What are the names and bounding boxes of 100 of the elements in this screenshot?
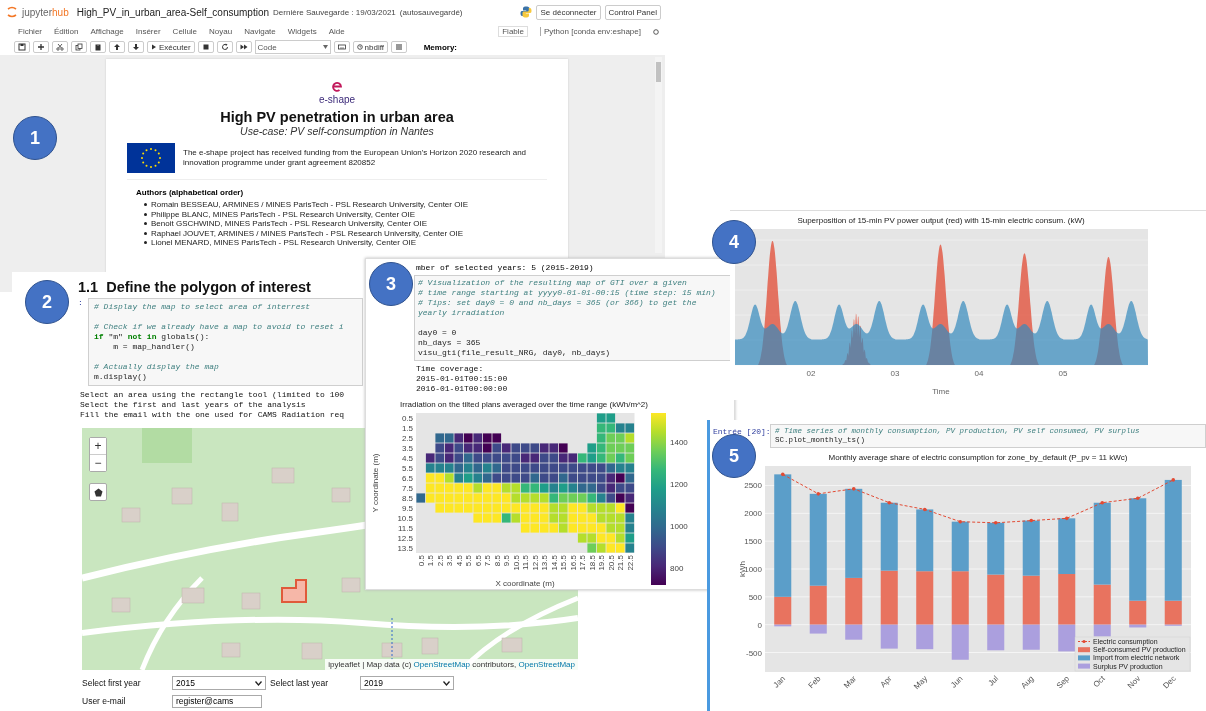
axis-tick-label: 6.5 (401, 474, 413, 483)
menu-item[interactable]: Widgets (287, 27, 317, 36)
attribution-link[interactable]: OpenStreetMap (413, 660, 471, 669)
axis-tick-label: 11.5 (398, 524, 413, 533)
axis-tick-label: 5.5 (464, 555, 474, 567)
axis-tick-label: 21.5 (616, 555, 626, 571)
move-down-button[interactable] (128, 41, 144, 53)
axis-tick-label: 7.5 (401, 484, 413, 493)
chart-bar (1058, 518, 1076, 574)
copy-icon (75, 43, 83, 51)
colorbar-tick-label: 800 (670, 564, 684, 573)
axis-tick-label: 9.5 (502, 555, 512, 567)
fast-forward-button[interactable] (235, 41, 252, 53)
attribution-link[interactable]: OpenStreetMap (518, 660, 575, 669)
jupyterhub-logo-text: jupyterhub (22, 6, 69, 18)
scrollbar[interactable] (655, 57, 662, 253)
colorbar-tick-label: 1200 (670, 480, 688, 489)
code-line: day0 = 0 (418, 328, 458, 338)
notebook-title[interactable]: High_PV_in_urban_area-Self_consumption (76, 6, 270, 18)
axis-tick-label: 12.5 (530, 555, 540, 571)
kernel-name[interactable]: Python [conda env:eshape] (540, 27, 641, 36)
axis-tick-label: 0.5 (416, 555, 426, 567)
run-button[interactable]: Exécuter (147, 41, 195, 53)
menu-item[interactable]: Insérer (135, 27, 161, 36)
code-line: # Tips: set day0 = 0 and nb_days = 365 (or 366) to get the yearly irradiation (418, 298, 698, 318)
logout-button[interactable]: Se déconnecter (536, 4, 601, 20)
axis-label: Y coordinate (m) (371, 453, 380, 513)
page-title: High PV penetration in urban area (220, 109, 454, 125)
axis-tick-label: 13.5 (397, 544, 413, 553)
paste-button[interactable] (90, 41, 106, 53)
axis-tick-label: Oct (1091, 674, 1107, 690)
bullet-icon (144, 231, 147, 235)
email-field[interactable]: register@cams (172, 694, 262, 708)
axis-tick-label: 8.5 (401, 494, 413, 503)
field-label: Select last year (270, 678, 330, 688)
code-cell[interactable]: # Display the map to select area of interrest # Check if we already have a map to avoid to reset i if "m" not in globals(): m = map_handler() # Actually display the map m.display() (88, 298, 363, 386)
axis-tick-label: 14.5 (549, 555, 559, 571)
axis-tick-label: -500 (746, 648, 762, 658)
axis-tick-label: 2000 (744, 509, 762, 519)
menu-item[interactable]: Aide (328, 27, 345, 36)
caret-icon (255, 680, 262, 686)
control-panel-button[interactable]: Control Panel (604, 4, 661, 20)
cut-button[interactable] (52, 41, 68, 53)
save-button[interactable] (14, 41, 30, 53)
nbdiff-button[interactable]: nbdiff (352, 41, 388, 53)
axis-tick-label: 2.5 (401, 434, 413, 443)
cell-type-select[interactable]: Code (254, 40, 331, 54)
output-line: Select the first and last years of the analysis (80, 400, 307, 410)
code-line: # time range starting at yyyy0-01-01-00:15 (time step: 15 min) (418, 288, 717, 298)
trusted-indicator[interactable]: Fiable (498, 26, 529, 37)
copy-button[interactable] (71, 41, 87, 53)
funding-text: The e-shape project has received funding from the European Union's Horizon 2020 research and innovation programme under grant agreement 820852 (183, 148, 528, 168)
author-entry: Raphael JOUVET, ARMINES / MINES ParisTech - PSL Research University, Center OIE (151, 228, 464, 238)
output-line: mber of selected years: 5 (2015-2019) (415, 262, 595, 274)
axis-tick-label: Sep (1054, 674, 1072, 691)
bullet-icon (144, 222, 147, 226)
arrow-down-icon (132, 43, 140, 51)
axis-tick-label: 1.5 (426, 555, 436, 567)
draw-polygon-button[interactable] (89, 483, 107, 501)
brand-name: e-shape (318, 94, 356, 105)
menu-item[interactable]: Navigate (244, 27, 276, 36)
menu-item[interactable]: Cellule (172, 27, 198, 36)
code-line: m.display() (94, 372, 148, 382)
bullet-icon (144, 241, 147, 245)
colorbar-tick-label: 1400 (670, 438, 688, 447)
axis-tick-label: Mar (842, 674, 859, 691)
plus-icon (37, 43, 45, 51)
move-up-button[interactable] (109, 41, 125, 53)
keyboard-icon (337, 43, 346, 51)
axis-tick-label: 20.5 (606, 555, 616, 571)
keyboard-button[interactable] (333, 41, 350, 53)
axis-tick-label: 3.5 (401, 444, 413, 453)
kernel-status-icon (653, 28, 659, 35)
list-button[interactable] (391, 41, 407, 53)
menu-item[interactable]: Affichage (90, 27, 124, 36)
code-cell[interactable] (414, 275, 732, 361)
menu-item[interactable]: Édition (54, 27, 79, 36)
axis-tick-label: 11.5 (521, 555, 531, 570)
menu-item[interactable]: Noyau (209, 27, 233, 36)
axis-tick-label: Jun (949, 674, 965, 690)
restart-button[interactable] (216, 41, 233, 53)
menu-item[interactable]: Fichier (18, 27, 42, 36)
axis-tick-label: 7.5 (483, 555, 493, 567)
page-subtitle: Use-case: PV self-consumption in Nantes (240, 125, 434, 137)
axis-tick-label: Jan (771, 674, 788, 690)
chart-bar (987, 522, 1005, 575)
stop-button[interactable] (197, 41, 214, 53)
python-logo-icon (520, 6, 533, 18)
author-entry: Lionel MENARD, MINES ParisTech - PSL Research University, Center OIE (151, 238, 416, 248)
output-line: 2016-01-01T00:00:00 (416, 384, 509, 394)
add-cell-button[interactable] (33, 41, 49, 53)
axis-tick-label: 1.5 (401, 424, 413, 433)
play-icon (151, 44, 157, 50)
author-entry: Philippe BLANC, MINES ParisTech - PSL Research University, Center OIE (151, 209, 416, 219)
axis-tick-label: 12.5 (397, 534, 413, 543)
jupyter-logo-icon (6, 6, 18, 18)
zoom-out-button[interactable]: − (90, 454, 106, 471)
year-select[interactable]: 2015 (172, 676, 266, 690)
year-select[interactable]: 2019 (360, 676, 454, 690)
axis-tick-label: 4.5 (401, 454, 413, 463)
